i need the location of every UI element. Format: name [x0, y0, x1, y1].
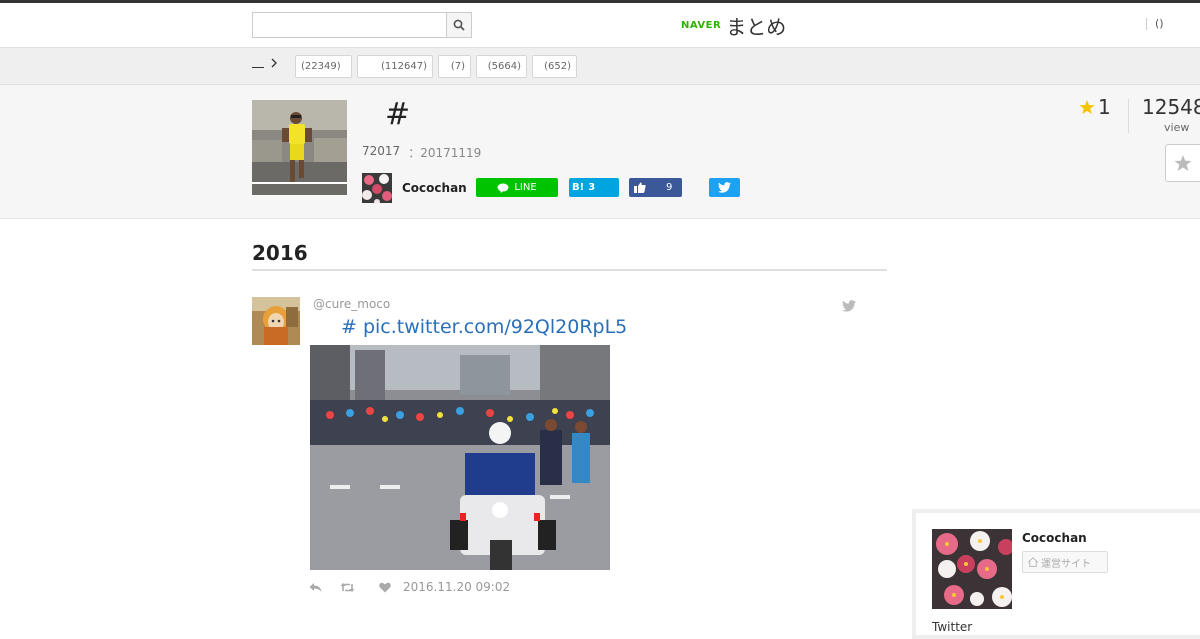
tweet-text: # pic.twitter.com/92Ql20RpL5: [341, 316, 627, 338]
add-favorite-button[interactable]: [1165, 144, 1200, 182]
hatena-count: 3: [588, 182, 596, 193]
twitter-icon: [718, 182, 731, 193]
tweet-pic-link[interactable]: # pic.twitter.com/92Ql20RpL5: [341, 316, 627, 338]
reply-button[interactable]: [309, 582, 322, 593]
article-updated-date: ：20171119: [408, 146, 482, 160]
article-thumbnail: [252, 100, 347, 195]
thumbs-up-icon: [634, 182, 646, 193]
official-site-button[interactable]: 運営サイト: [1022, 551, 1108, 573]
avatar[interactable]: [932, 529, 1012, 609]
logo-naver-text: NAVER: [681, 19, 722, 31]
heart-icon: [379, 582, 391, 592]
official-site-label: 運営サイト: [1041, 558, 1091, 570]
search-icon: [453, 19, 465, 31]
author-name[interactable]: Cocochan: [402, 181, 467, 195]
article-author[interactable]: Cocochan: [362, 173, 467, 203]
line-share-button[interactable]: LINE: [476, 178, 558, 197]
home-icon: [1028, 557, 1038, 567]
section-heading: 2016: [252, 241, 308, 265]
tweet-image[interactable]: [310, 345, 610, 570]
hatena-bookmark-button[interactable]: B! 3: [569, 178, 619, 197]
author-twitter-label: Twitter: [932, 620, 973, 634]
search-button[interactable]: [446, 13, 471, 37]
author-profile-card: Cocochan 運営サイト Twitter: [912, 509, 1200, 639]
article-meta: 72017 ：20171119: [362, 144, 481, 161]
article-pageviews: 72017: [362, 144, 401, 158]
category-tag[interactable]: (7): [438, 55, 471, 78]
star-icon: [1079, 100, 1095, 114]
tweet-source-link[interactable]: [842, 297, 856, 316]
twitter-share-button[interactable]: [709, 178, 740, 197]
naver-matome-logo[interactable]: NAVER まとめ: [681, 11, 786, 39]
header-login-link[interactable]: (): [1155, 17, 1164, 30]
facebook-like-button[interactable]: 9: [629, 178, 682, 197]
site-header: NAVER まとめ (): [0, 3, 1200, 48]
category-tag[interactable]: (5664): [476, 55, 527, 78]
search-input[interactable]: [253, 13, 447, 37]
twitter-bird-icon: [842, 300, 856, 312]
retweet-icon: [340, 582, 355, 592]
like-button[interactable]: [379, 582, 391, 593]
star-outline-icon: [1174, 155, 1192, 171]
breadcrumb-home-link[interactable]: [252, 58, 264, 68]
retweet-button[interactable]: [340, 582, 355, 593]
tweet-date[interactable]: 2016.11.20 09:02: [403, 580, 510, 594]
facebook-like-count: 9: [666, 182, 673, 193]
category-tag[interactable]: (652): [532, 55, 577, 78]
category-tag[interactable]: (112647): [357, 55, 433, 78]
tweet-author-avatar[interactable]: [252, 297, 300, 345]
line-icon: [497, 183, 509, 193]
favorite-count-value: 1: [1098, 95, 1111, 119]
breadcrumb: [252, 58, 278, 68]
view-count: 12548: [1142, 95, 1200, 119]
avatar[interactable]: [362, 173, 392, 203]
favorite-count: 1: [1079, 95, 1111, 119]
header-divider: [1146, 17, 1147, 30]
search-box: [252, 12, 472, 38]
category-bar: (22349) (112647) (7) (5664) (652): [0, 48, 1200, 85]
header-user-menu: (): [1146, 17, 1164, 30]
tweet-actions: 2016.11.20 09:02: [309, 579, 510, 595]
category-tag[interactable]: (22349): [295, 55, 352, 78]
next-item-partial: [240, 624, 300, 630]
chevron-right-icon: [271, 58, 277, 68]
section-divider: [252, 269, 887, 271]
view-count-label: view: [1164, 121, 1190, 134]
author-card-name[interactable]: Cocochan: [1022, 531, 1087, 545]
hatena-icon: B!: [572, 182, 585, 193]
category-tags: (22349) (112647) (7) (5664) (652): [295, 55, 577, 78]
tweet-author-handle[interactable]: @cure_moco: [313, 297, 390, 311]
logo-matome-text: まとめ: [726, 14, 787, 39]
article-title: #: [385, 97, 411, 132]
reply-icon: [309, 582, 322, 592]
stats-divider: [1128, 99, 1129, 133]
line-share-label: LINE: [514, 182, 537, 193]
article-header: # 72017 ：20171119 Cocochan LINE B! 3 9 1…: [0, 85, 1200, 219]
